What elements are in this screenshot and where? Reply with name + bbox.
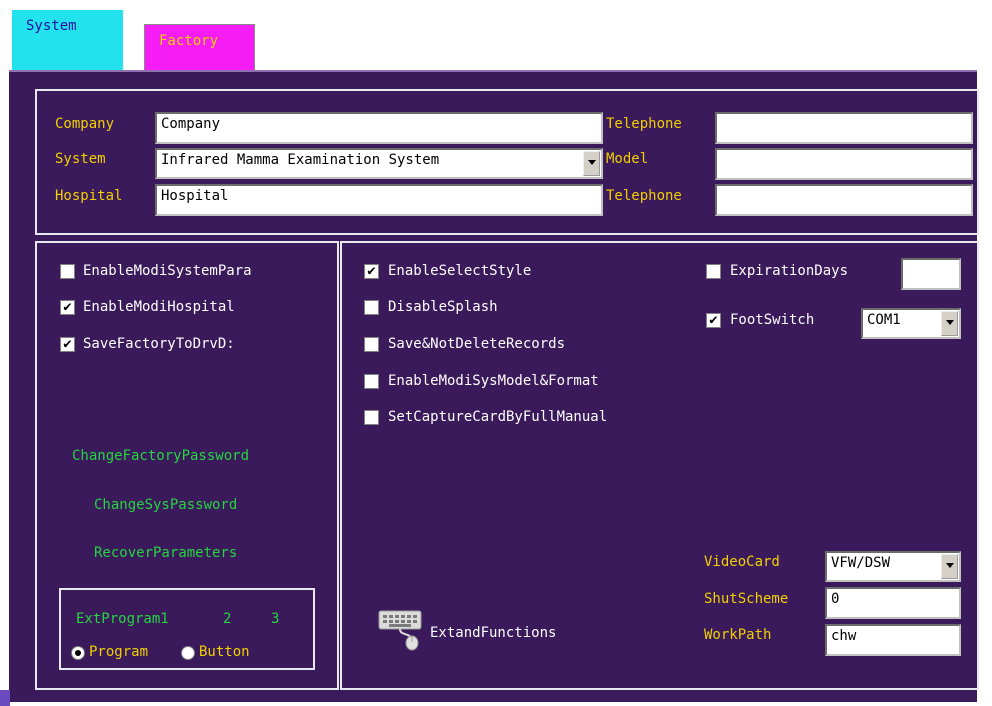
model-field[interactable] xyxy=(715,148,973,180)
checkbox-label: EnableModiSystemPara xyxy=(83,263,252,279)
ext-program2-link[interactable]: 2 xyxy=(223,611,231,627)
telephone2-field[interactable] xyxy=(715,184,973,216)
ext-program3-link[interactable]: 3 xyxy=(271,611,279,627)
checkbox-label: EnableModiHospital xyxy=(83,299,235,315)
foot-switch-port-value: COM1 xyxy=(867,312,901,328)
checkbox-enable-select-style[interactable]: ✔ xyxy=(364,264,379,279)
telephone2-label: Telephone xyxy=(606,188,682,204)
checkbox-label: EnableSelectStyle xyxy=(388,263,532,279)
workpath-label: WorkPath xyxy=(704,627,772,643)
chevron-down-icon[interactable] xyxy=(941,554,958,579)
telephone-label: Telephone xyxy=(606,116,682,132)
shutscheme-field[interactable]: 0 xyxy=(825,587,961,619)
telephone-field[interactable] xyxy=(715,112,973,144)
workpath-field[interactable]: chw xyxy=(825,624,961,656)
ext-program1-link[interactable]: ExtProgram1 xyxy=(76,611,169,627)
model-label: Model xyxy=(606,151,649,167)
chevron-down-icon[interactable] xyxy=(941,311,958,336)
hospital-field[interactable]: Hospital xyxy=(155,184,603,216)
videocard-select[interactable]: VFW/DSW xyxy=(825,551,961,582)
checkbox-label: EnableModiSysModel&Format xyxy=(388,373,599,389)
checkbox-enable-modi-sys-model-format[interactable] xyxy=(364,374,379,389)
radio-button-label: Button xyxy=(199,644,250,660)
checkbox-label: SaveFactoryToDrvD: xyxy=(83,336,235,352)
foot-switch-port-select[interactable]: COM1 xyxy=(861,308,961,339)
expiration-days-field[interactable] xyxy=(901,258,961,290)
checkbox-expiration-days[interactable] xyxy=(706,264,721,279)
radio-program[interactable] xyxy=(71,646,85,660)
radio-program-label: Program xyxy=(89,644,149,660)
company-label: Company xyxy=(55,116,115,132)
system-label: System xyxy=(55,151,106,167)
checkbox-foot-switch[interactable]: ✔ xyxy=(706,313,721,328)
left-edge-bar xyxy=(0,690,10,706)
videocard-label: VideoCard xyxy=(704,554,780,570)
recover-parameters-link[interactable]: RecoverParameters xyxy=(94,545,237,561)
shutscheme-label: ShutScheme xyxy=(704,591,789,607)
company-field[interactable]: Company xyxy=(155,112,603,144)
expiration-days-label: ExpirationDays xyxy=(730,263,849,279)
factory-panel: Company Company System Infrared Mamma Ex… xyxy=(9,70,979,702)
checkbox-set-capture-card-full-manual[interactable] xyxy=(364,410,379,425)
checkbox-enable-modi-hospital[interactable]: ✔ xyxy=(60,300,75,315)
system-select[interactable]: Infrared Mamma Examination System xyxy=(155,148,603,179)
extand-functions-button[interactable]: ExtandFunctions xyxy=(430,625,556,641)
tab-system[interactable]: System xyxy=(12,10,123,70)
checkbox-label: Save&NotDeleteRecords xyxy=(388,336,566,352)
foot-switch-label: FootSwitch xyxy=(730,312,815,328)
radio-button[interactable] xyxy=(181,646,195,660)
hospital-label: Hospital xyxy=(55,188,123,204)
change-sys-password-link[interactable]: ChangeSysPassword xyxy=(94,497,237,513)
checkbox-save-factory-to-drvd[interactable]: ✔ xyxy=(60,337,75,352)
videocard-value: VFW/DSW xyxy=(831,555,891,571)
checkbox-disable-splash[interactable] xyxy=(364,300,379,315)
checkbox-enable-modi-system-para[interactable] xyxy=(60,264,75,279)
keyboard-icon[interactable] xyxy=(377,607,425,651)
chevron-down-icon[interactable] xyxy=(583,151,600,176)
system-select-value: Infrared Mamma Examination System xyxy=(161,152,440,168)
checkbox-label: SetCaptureCardByFullManual xyxy=(388,409,608,425)
checkbox-label: DisableSplash xyxy=(388,299,498,315)
checkbox-save-not-delete-records[interactable] xyxy=(364,337,379,352)
change-factory-password-link[interactable]: ChangeFactoryPassword xyxy=(72,448,249,464)
